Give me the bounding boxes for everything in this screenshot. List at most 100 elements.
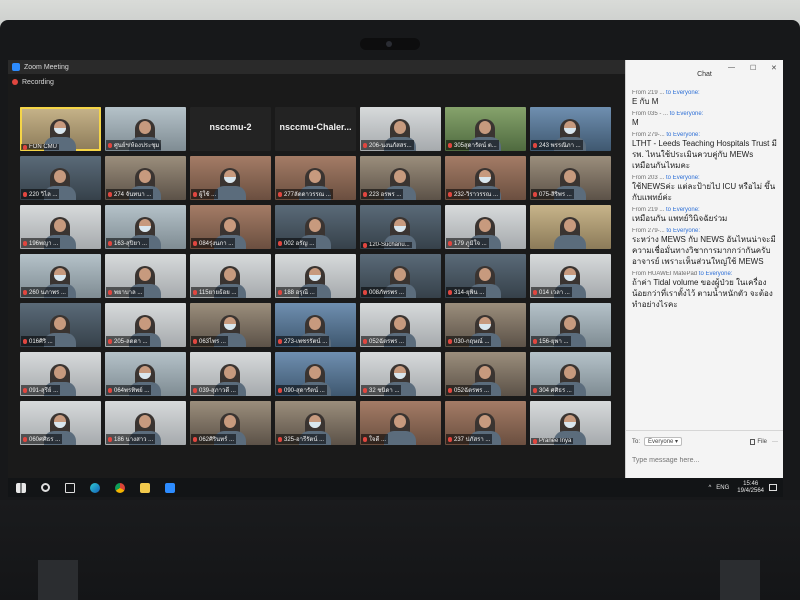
participant-tile[interactable]: 064พรทิพย์ ... <box>105 352 186 396</box>
mic-muted-icon <box>278 191 282 197</box>
participant-name: 273-เพชรรัตน์ ... <box>284 339 328 345</box>
participant-tile[interactable]: 014 เวลา ... <box>530 254 611 298</box>
chat-title: Chat <box>697 70 712 78</box>
mic-muted-icon <box>193 191 197 197</box>
participant-tile[interactable] <box>530 205 611 249</box>
participant-tile[interactable]: ใจดี ... <box>360 401 441 445</box>
participant-tile[interactable]: 008ภัทรพร ... <box>360 254 441 298</box>
file-button[interactable]: File <box>750 438 767 445</box>
recording-indicator[interactable]: Recording <box>8 74 625 90</box>
participant-tile[interactable]: 084รุ่งนภา ... <box>190 205 271 249</box>
participant-video-face <box>139 415 151 428</box>
chat-message-text: ใช้NEWSค่ะ แต่ละป้ายไป ICU หรือไม่ ขึ้นก… <box>632 182 776 202</box>
participant-name-label: 014 เวลา ... <box>531 287 572 297</box>
participant-tile[interactable]: ผู้ใช้ ... <box>190 156 271 200</box>
participant-tile[interactable]: 243 พรรณิภา ... <box>530 107 611 151</box>
participant-tile[interactable]: 274 จันทนา ... <box>105 156 186 200</box>
participant-tile[interactable]: 32 ชนิดา ... <box>360 352 441 396</box>
participant-tile[interactable]: 002 อรัญ ... <box>275 205 356 249</box>
participant-tile[interactable]: 115ยายธ้อย ... <box>190 254 271 298</box>
participant-tile[interactable]: 052ฉัตรพร ... <box>360 303 441 347</box>
participant-name: ศูนย์ฯ/ห้องประชุม <box>114 143 160 149</box>
participant-name-label: 206-นงนภัสสร... <box>361 140 414 150</box>
chat-messages[interactable]: From 219 ... to Everyone: E กับ M From 035… <box>632 90 778 430</box>
chat-header: Chat — ☐ ✕ <box>626 60 783 88</box>
participant-tile[interactable]: 163-สุปิยา ... <box>105 205 186 249</box>
notification-icon[interactable] <box>769 484 777 491</box>
participant-tile[interactable]: 186 นางสาว ... <box>105 401 186 445</box>
participant-name-label: 008ภัทรพร ... <box>361 287 406 297</box>
participant-tile[interactable]: ศูนย์ฯ/ห้องประชุม <box>105 107 186 151</box>
participant-name-label: 325-อารีรัตน์ ... <box>276 434 327 444</box>
participant-video-face <box>394 317 406 330</box>
participant-name-label: 260 นภาพร ... <box>21 287 68 297</box>
tray-chevron-icon[interactable]: ^ <box>708 485 711 491</box>
participant-tile[interactable]: 196พญา ... <box>20 205 101 249</box>
participant-tile[interactable]: nsccmu-2 <box>190 107 271 151</box>
participant-name: 274 จันทนา ... <box>114 192 152 198</box>
mic-muted-icon <box>363 387 367 393</box>
webcam <box>360 38 420 50</box>
file-explorer-icon[interactable] <box>140 482 150 493</box>
windows-start-icon[interactable] <box>16 482 26 493</box>
participant-tile[interactable]: 273-เพชรรัตน์ ... <box>275 303 356 347</box>
participant-tile[interactable]: 277ลัดดาวรรณ ... <box>275 156 356 200</box>
participant-tile[interactable]: 305สุดารัตน์ ต... <box>445 107 526 151</box>
participant-tile[interactable]: 237 ปภัสรา ... <box>445 401 526 445</box>
participant-tile[interactable]: 060ศศิธร ... <box>20 401 101 445</box>
participant-tile[interactable]: 039-สุภาวดี ... <box>190 352 271 396</box>
participant-name: 163-สุปิยา ... <box>114 241 148 247</box>
participant-tile[interactable]: 206-นงนภัสสร... <box>360 107 441 151</box>
zoom-taskbar-icon[interactable] <box>165 482 175 493</box>
participant-tile[interactable]: 205-ลดดา ... <box>105 303 186 347</box>
participant-tile[interactable]: 223 อรพร ... <box>360 156 441 200</box>
participant-tile[interactable]: 091-สุรีย์ ... <box>20 352 101 396</box>
participant-tile[interactable]: 304 ศศิธร ... <box>530 352 611 396</box>
clock[interactable]: 15:46 19/4/2564 <box>737 481 764 495</box>
participant-video-face <box>564 317 576 330</box>
participant-name: 304 ศศิธร ... <box>539 388 572 394</box>
participant-tile[interactable]: 156-ยุพา ... <box>530 303 611 347</box>
participant-name: 052ฉัตรพร ... <box>369 339 405 345</box>
participant-tile[interactable]: 016ศิริ ... <box>20 303 101 347</box>
participant-tile[interactable]: 090-สุดารัตน์ ... <box>275 352 356 396</box>
participant-tile[interactable]: Pranee Inya <box>530 401 611 445</box>
participant-tile[interactable]: 314-ยุพิน ... <box>445 254 526 298</box>
participant-tile[interactable]: 062ศิรินทร์ ... <box>190 401 271 445</box>
mic-muted-icon <box>533 289 537 295</box>
close-icon[interactable]: ✕ <box>771 64 777 72</box>
participant-tile[interactable]: 179 ภูมิใจ ... <box>445 205 526 249</box>
participant-tile[interactable]: FON CMU <box>20 107 101 151</box>
participant-tile[interactable]: 063ไพร ... <box>190 303 271 347</box>
participant-tile[interactable]: พยาบาล ... <box>105 254 186 298</box>
participant-video-face <box>309 219 321 232</box>
search-icon[interactable] <box>41 483 50 492</box>
participant-tile[interactable]: 075-สิริพร ... <box>530 156 611 200</box>
participant-video-face <box>479 121 491 134</box>
participant-video-body <box>214 186 246 200</box>
participant-tile[interactable]: 232-วิราวรรณ ... <box>445 156 526 200</box>
minimize-icon[interactable]: — <box>728 64 735 71</box>
mic-muted-icon <box>448 289 452 295</box>
recipient-dropdown[interactable]: Everyone ▾ <box>644 437 683 446</box>
participant-tile[interactable]: 220 วิไล ... <box>20 156 101 200</box>
mic-muted-icon <box>533 142 537 148</box>
chrome-browser-icon[interactable] <box>115 482 125 493</box>
participant-name-label: 115ยายธ้อย ... <box>191 287 239 297</box>
maximize-icon[interactable]: ☐ <box>750 64 756 72</box>
task-view-icon[interactable] <box>65 482 75 493</box>
participant-tile[interactable]: 030-กฤษณ์ ... <box>445 303 526 347</box>
more-icon[interactable]: ··· <box>772 439 778 445</box>
language-indicator[interactable]: ENG <box>716 485 729 491</box>
participant-tile[interactable]: 260 นภาพร ... <box>20 254 101 298</box>
mic-muted-icon <box>108 338 112 344</box>
participant-tile[interactable]: nsccmu-Chaler... <box>275 107 356 151</box>
participant-tile[interactable]: 052ฉัตรพร ... <box>445 352 526 396</box>
chat-input[interactable] <box>632 451 778 469</box>
edge-browser-icon[interactable] <box>90 482 100 493</box>
participant-video-face <box>479 415 491 428</box>
participant-tile[interactable]: 120-Suchanu... <box>360 205 441 249</box>
mic-muted-icon <box>533 438 537 444</box>
participant-tile[interactable]: 188 อรุณี ... <box>275 254 356 298</box>
participant-tile[interactable]: 325-อารีรัตน์ ... <box>275 401 356 445</box>
